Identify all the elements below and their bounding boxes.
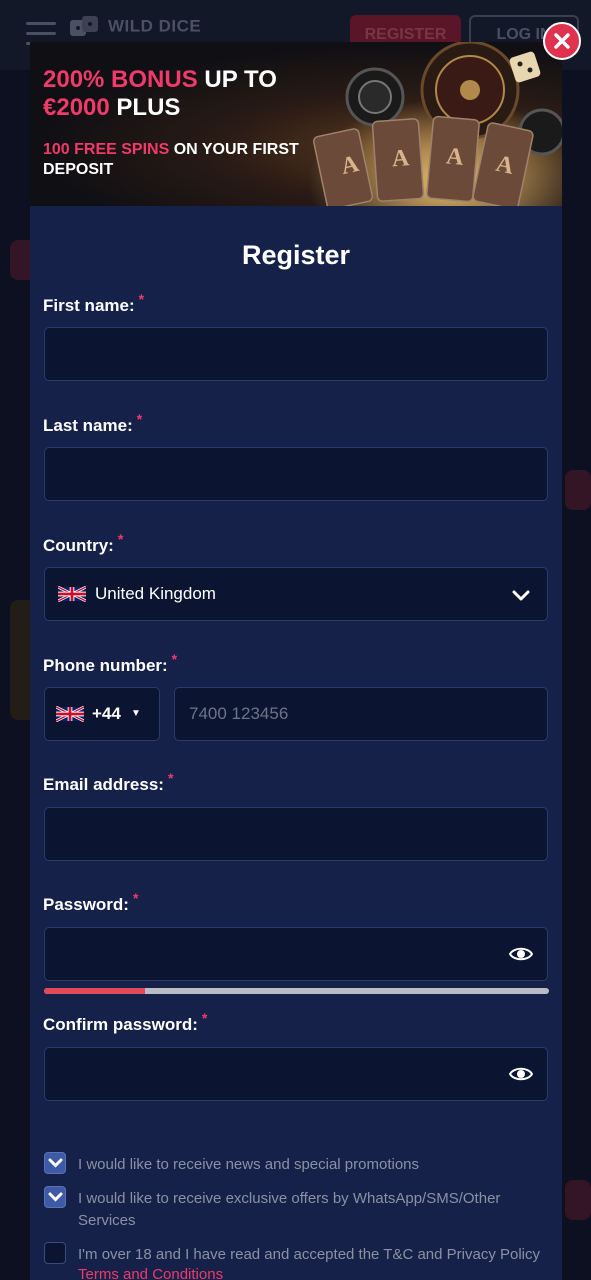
last-name-label: Last name: *: [43, 411, 143, 435]
phone-code-select[interactable]: +44 ▼: [44, 687, 160, 741]
confirm-password-label: Confirm password: *: [43, 1010, 208, 1034]
required-marker: *: [171, 651, 178, 667]
eye-icon[interactable]: [509, 1064, 533, 1084]
phone-number-field[interactable]: 7400 123456: [174, 687, 548, 741]
country-label: Country: *: [43, 531, 124, 555]
dice-logo-icon: [70, 16, 98, 36]
bonus-banner: A A A A 200% BONUS UP TO €2000 PLUS 100 …: [30, 42, 562, 206]
terms-link[interactable]: Terms and Conditions: [78, 1266, 223, 1280]
first-name-label: First name: *: [43, 291, 145, 315]
phone-code-value: +44: [92, 704, 121, 723]
site-logo[interactable]: WILD DICE: [68, 14, 201, 40]
chevron-down-icon: [512, 590, 530, 601]
country-select[interactable]: United Kingdom: [44, 567, 548, 621]
offers-label: I would like to receive exclusive offers…: [78, 1190, 501, 1229]
banner-subline: 100 FREE SPINS ON YOUR FIRST DEPOSIT: [43, 140, 313, 180]
password-strength-fill: [44, 988, 145, 994]
promotions-checkbox[interactable]: [44, 1152, 66, 1174]
casino-cards-illustration: A A A A: [280, 42, 562, 206]
background-tile: [565, 470, 591, 510]
password-label: Password: *: [43, 890, 139, 914]
free-spins: 100 FREE SPINS: [43, 141, 170, 158]
phone-label: Phone number: *: [43, 651, 178, 675]
checkmark-icon: [48, 1158, 63, 1168]
required-marker: *: [167, 770, 174, 786]
last-name-field[interactable]: [44, 447, 548, 501]
form-title: Register: [241, 240, 351, 270]
close-icon: [554, 33, 570, 49]
required-marker: *: [117, 531, 124, 547]
age-terms-checkbox[interactable]: [44, 1242, 66, 1264]
bonus-amount: €2000: [43, 94, 110, 121]
banner-headline: 200% BONUS UP TO €2000 PLUS: [43, 66, 277, 122]
promotions-label: I would like to receive news and special…: [78, 1156, 420, 1173]
required-marker: *: [201, 1010, 208, 1026]
email-label: Email address: *: [43, 770, 174, 794]
required-marker: *: [138, 291, 145, 307]
svg-text:A: A: [391, 145, 411, 172]
offers-checkbox[interactable]: [44, 1186, 66, 1208]
password-field[interactable]: [44, 927, 548, 981]
uk-flag-icon: [58, 586, 86, 602]
background-tile: [565, 1180, 591, 1220]
register-modal: A A A A 200% BONUS UP TO €2000 PLUS 100 …: [30, 42, 562, 1280]
phone-placeholder: 7400 123456: [189, 704, 289, 723]
close-modal-button[interactable]: [543, 22, 581, 60]
country-value: United Kingdom: [95, 584, 216, 603]
required-marker: *: [136, 411, 143, 427]
first-name-field[interactable]: [44, 327, 548, 381]
password-strength-bar: [44, 988, 549, 994]
email-field[interactable]: [44, 807, 548, 861]
bonus-plus: PLUS: [109, 94, 181, 121]
eye-icon[interactable]: [509, 944, 533, 964]
bonus-upto: UP TO: [197, 66, 277, 93]
age-terms-label: I'm over 18 and I have read and accepted…: [78, 1246, 541, 1263]
svg-text:A: A: [445, 143, 465, 170]
uk-flag-icon: [56, 706, 84, 722]
checkmark-icon: [48, 1192, 63, 1202]
confirm-password-field[interactable]: [44, 1047, 548, 1101]
bonus-percent: 200% BONUS: [43, 66, 198, 93]
required-marker: *: [132, 890, 139, 906]
caret-down-icon: ▼: [131, 708, 141, 719]
logo-text: WILD DICE: [108, 16, 202, 36]
